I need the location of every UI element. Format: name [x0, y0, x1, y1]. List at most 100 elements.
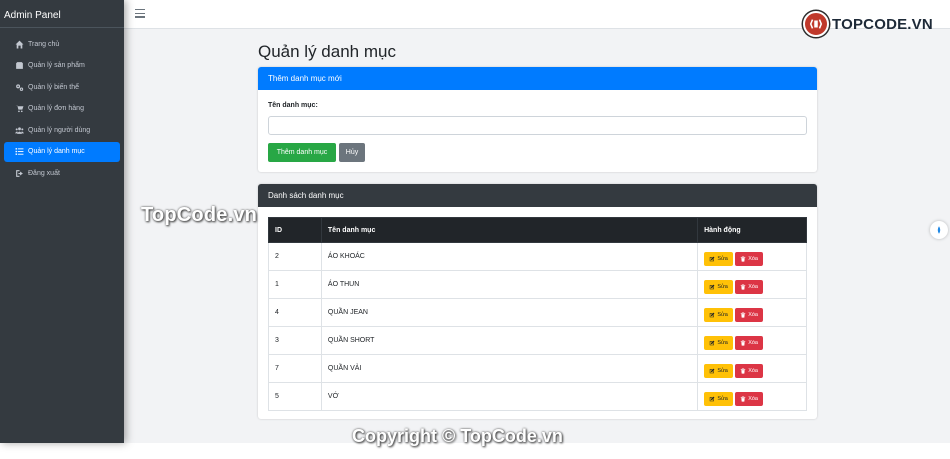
table-row: 3 QUẦN SHORT Sửa Xóa — [268, 326, 807, 355]
trash-icon — [740, 339, 746, 346]
column-header-id: ID — [268, 217, 322, 243]
edit-button[interactable]: Sửa — [704, 391, 734, 406]
watermark-bottom: Copyright © TopCode.vn — [352, 426, 563, 446]
floating-widget-icon[interactable] — [930, 221, 948, 239]
delete-label: Xóa — [748, 255, 758, 262]
cell-id: 5 — [268, 382, 322, 411]
cell-name: QUẦN JEAN — [320, 298, 699, 327]
table-header-row: ID Tên danh mục Hành động — [268, 217, 807, 243]
watermark-middle: TopCode.vn — [141, 204, 258, 226]
delete-label: Xóa — [748, 311, 758, 318]
logo-badge-icon — [803, 11, 829, 37]
sidebar-item-orders[interactable]: Quản lý đơn hàng — [4, 99, 120, 119]
cell-name: QUẦN VẢI — [320, 354, 699, 383]
cell-actions: Sửa Xóa — [697, 242, 807, 271]
sidebar-item-label: Quản lý biến thể — [28, 83, 79, 91]
topcode-logo: TOPCODE.VN — [803, 11, 933, 37]
cart-icon — [13, 104, 25, 114]
edit-button[interactable]: Sửa — [704, 279, 734, 294]
page-title: Quản lý danh mục — [258, 42, 396, 61]
cell-actions: Sửa Xóa — [697, 270, 807, 299]
delete-label: Xóa — [748, 283, 758, 290]
delete-button[interactable]: Xóa — [735, 391, 764, 406]
category-table: ID Tên danh mục Hành động 2 ÁO KHOÁC Sửa Xó… — [268, 217, 807, 411]
add-category-card: Thêm danh mục mới Tên danh mục: Thêm dan… — [258, 67, 817, 172]
edit-button[interactable]: Sửa — [704, 251, 734, 266]
home-icon — [13, 39, 25, 49]
delete-label: Xóa — [748, 367, 758, 374]
cell-id: 3 — [268, 326, 322, 355]
list-icon — [13, 147, 25, 157]
delete-button[interactable]: Xóa — [735, 251, 764, 266]
cell-name: ÁO KHOÁC — [320, 242, 699, 271]
brand-title[interactable]: Admin Panel — [0, 0, 124, 28]
delete-label: Xóa — [748, 339, 758, 346]
trash-icon — [740, 311, 746, 318]
cancel-button[interactable]: Hủy — [339, 143, 365, 162]
cell-name: VỚ — [320, 382, 699, 411]
cell-actions: Sửa Xóa — [697, 326, 807, 355]
cell-id: 4 — [268, 298, 322, 327]
cell-id: 1 — [268, 270, 322, 299]
edit-label: Sửa — [717, 395, 728, 402]
cell-id: 7 — [268, 354, 322, 383]
edit-icon — [710, 284, 715, 289]
category-list-header: Danh sách danh mục — [258, 184, 817, 207]
sidebar-item-label: Quản lý đơn hàng — [28, 105, 84, 112]
trash-icon — [740, 395, 746, 402]
column-header-actions: Hành động — [697, 217, 807, 243]
cell-actions: Sửa Xóa — [697, 354, 807, 383]
edit-icon — [710, 368, 715, 373]
delete-button[interactable]: Xóa — [735, 335, 764, 350]
cell-name: ÁO THUN — [320, 270, 699, 299]
sidebar-item-logout[interactable]: Đăng xuất — [4, 163, 120, 183]
edit-label: Sửa — [717, 367, 728, 374]
edit-label: Sửa — [717, 283, 728, 290]
sidebar-item-categories[interactable]: Quản lý danh mục — [4, 141, 120, 162]
delete-label: Xóa — [748, 395, 758, 402]
cogs-icon — [13, 82, 25, 92]
table-row: 5 VỚ Sửa Xóa — [268, 382, 807, 411]
category-name-input[interactable] — [268, 116, 807, 135]
sidebar-item-label: Trang chủ — [28, 40, 60, 48]
edit-label: Sửa — [717, 311, 728, 318]
edit-icon — [710, 396, 715, 401]
trash-icon — [740, 283, 746, 290]
column-header-name: Tên danh mục — [320, 217, 699, 243]
logout-icon — [13, 168, 25, 178]
cell-name: QUẦN SHORT — [320, 326, 699, 355]
table-row: 1 ÁO THUN Sửa Xóa — [268, 270, 807, 299]
edit-button[interactable]: Sửa — [704, 335, 734, 350]
cell-actions: Sửa Xóa — [697, 298, 807, 327]
sidebar-nav: Trang chủ Quản lý sản phẩm Quản lý biến … — [0, 28, 124, 183]
edit-icon — [710, 312, 715, 317]
users-icon — [13, 125, 25, 135]
table-row: 4 QUẦN JEAN Sửa Xóa — [268, 298, 807, 327]
table-row: 7 QUẦN VẢI Sửa Xóa — [268, 354, 807, 383]
sidebar: Admin Panel Trang chủ Quản lý sản phẩm Q… — [0, 0, 124, 443]
delete-button[interactable]: Xóa — [735, 363, 764, 378]
add-category-button[interactable]: Thêm danh mục — [268, 143, 336, 162]
delete-button[interactable]: Xóa — [735, 279, 764, 294]
table-row: 2 ÁO KHOÁC Sửa Xóa — [268, 242, 807, 271]
sidebar-item-users[interactable]: Quản lý người dùng — [4, 120, 120, 140]
edit-button[interactable]: Sửa — [704, 363, 734, 378]
sidebar-item-label: Quản lý danh mục — [28, 148, 85, 155]
edit-label: Sửa — [717, 255, 728, 262]
category-name-label: Tên danh mục: — [268, 102, 318, 109]
menu-toggle-icon[interactable] — [135, 9, 145, 19]
box-icon — [13, 61, 25, 71]
category-list-card: Danh sách danh mục ID Tên danh mục Hành … — [258, 184, 817, 419]
sidebar-item-variants[interactable]: Quản lý biến thể — [4, 77, 120, 97]
sidebar-item-home[interactable]: Trang chủ — [4, 34, 120, 54]
sidebar-item-products[interactable]: Quản lý sản phẩm — [4, 56, 120, 76]
edit-label: Sửa — [717, 339, 728, 346]
edit-button[interactable]: Sửa — [704, 307, 734, 322]
edit-icon — [710, 340, 715, 345]
trash-icon — [740, 255, 746, 262]
sidebar-item-label: Quản lý sản phẩm — [28, 62, 85, 69]
edit-icon — [710, 256, 715, 261]
cell-id: 2 — [268, 242, 322, 271]
sidebar-item-label: Quản lý người dùng — [28, 126, 91, 134]
delete-button[interactable]: Xóa — [735, 307, 764, 322]
